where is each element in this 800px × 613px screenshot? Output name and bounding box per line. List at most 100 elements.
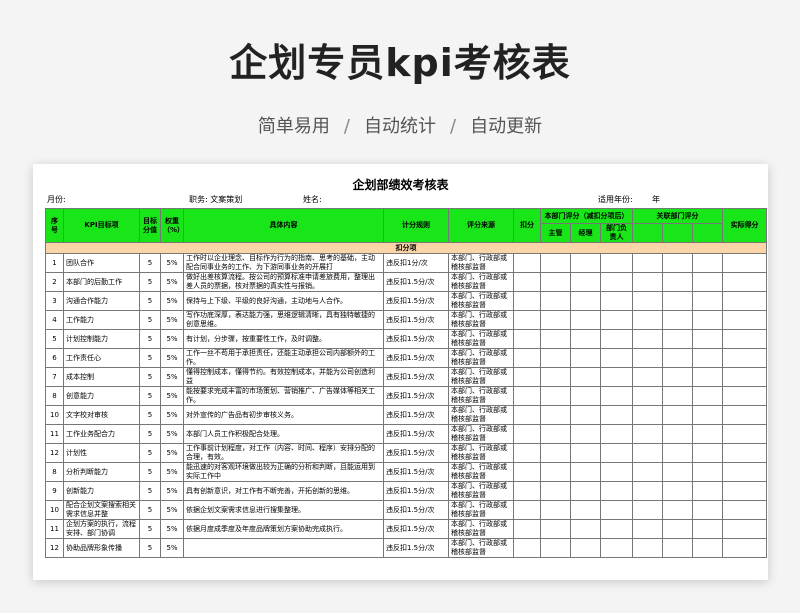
empty-score-cell[interactable] (662, 386, 694, 406)
empty-score-cell[interactable] (540, 386, 571, 406)
empty-score-cell[interactable] (570, 348, 601, 368)
empty-score-cell[interactable] (513, 367, 541, 387)
empty-score-cell[interactable] (722, 272, 768, 292)
empty-score-cell[interactable] (570, 272, 601, 292)
empty-score-cell[interactable] (632, 367, 664, 387)
empty-score-cell[interactable] (540, 424, 571, 444)
empty-score-cell[interactable] (513, 272, 541, 292)
empty-score-cell[interactable] (692, 519, 724, 539)
empty-score-cell[interactable] (513, 500, 541, 520)
empty-score-cell[interactable] (632, 310, 664, 330)
empty-score-cell[interactable] (599, 329, 634, 349)
empty-score-cell[interactable] (632, 538, 664, 558)
empty-score-cell[interactable] (599, 538, 634, 558)
empty-score-cell[interactable] (662, 405, 694, 425)
empty-score-cell[interactable] (662, 310, 694, 330)
empty-score-cell[interactable] (722, 367, 768, 387)
empty-score-cell[interactable] (662, 462, 694, 482)
empty-score-cell[interactable] (692, 443, 724, 463)
empty-score-cell[interactable] (662, 424, 694, 444)
empty-score-cell[interactable] (540, 291, 571, 311)
empty-score-cell[interactable] (692, 272, 724, 292)
empty-score-cell[interactable] (722, 253, 768, 273)
empty-score-cell[interactable] (662, 519, 694, 539)
empty-score-cell[interactable] (662, 481, 694, 501)
empty-score-cell[interactable] (599, 310, 634, 330)
empty-score-cell[interactable] (570, 538, 601, 558)
empty-score-cell[interactable] (632, 405, 664, 425)
empty-score-cell[interactable] (570, 386, 601, 406)
empty-score-cell[interactable] (540, 329, 571, 349)
empty-score-cell[interactable] (632, 253, 664, 273)
empty-score-cell[interactable] (599, 462, 634, 482)
empty-score-cell[interactable] (692, 253, 724, 273)
empty-score-cell[interactable] (599, 291, 634, 311)
empty-score-cell[interactable] (513, 329, 541, 349)
empty-score-cell[interactable] (722, 291, 768, 311)
empty-score-cell[interactable] (662, 348, 694, 368)
empty-score-cell[interactable] (570, 462, 601, 482)
empty-score-cell[interactable] (540, 481, 571, 501)
empty-score-cell[interactable] (722, 481, 768, 501)
empty-score-cell[interactable] (599, 253, 634, 273)
empty-score-cell[interactable] (540, 310, 571, 330)
empty-score-cell[interactable] (632, 272, 664, 292)
empty-score-cell[interactable] (692, 329, 724, 349)
empty-score-cell[interactable] (540, 538, 571, 558)
empty-score-cell[interactable] (599, 500, 634, 520)
empty-score-cell[interactable] (722, 348, 768, 368)
empty-score-cell[interactable] (632, 481, 664, 501)
empty-score-cell[interactable] (513, 348, 541, 368)
empty-score-cell[interactable] (513, 424, 541, 444)
empty-score-cell[interactable] (632, 386, 664, 406)
empty-score-cell[interactable] (513, 386, 541, 406)
empty-score-cell[interactable] (692, 386, 724, 406)
empty-score-cell[interactable] (722, 462, 768, 482)
empty-score-cell[interactable] (570, 367, 601, 387)
empty-score-cell[interactable] (632, 500, 664, 520)
empty-score-cell[interactable] (513, 538, 541, 558)
empty-score-cell[interactable] (513, 462, 541, 482)
empty-score-cell[interactable] (632, 291, 664, 311)
empty-score-cell[interactable] (540, 519, 571, 539)
empty-score-cell[interactable] (599, 481, 634, 501)
empty-score-cell[interactable] (599, 405, 634, 425)
empty-score-cell[interactable] (722, 424, 768, 444)
empty-score-cell[interactable] (513, 291, 541, 311)
empty-score-cell[interactable] (599, 443, 634, 463)
empty-score-cell[interactable] (599, 272, 634, 292)
empty-score-cell[interactable] (692, 538, 724, 558)
empty-score-cell[interactable] (632, 329, 664, 349)
empty-score-cell[interactable] (632, 443, 664, 463)
empty-score-cell[interactable] (599, 386, 634, 406)
empty-score-cell[interactable] (513, 253, 541, 273)
empty-score-cell[interactable] (632, 424, 664, 444)
empty-score-cell[interactable] (692, 500, 724, 520)
empty-score-cell[interactable] (513, 481, 541, 501)
empty-score-cell[interactable] (599, 348, 634, 368)
empty-score-cell[interactable] (570, 291, 601, 311)
empty-score-cell[interactable] (540, 272, 571, 292)
empty-score-cell[interactable] (722, 500, 768, 520)
empty-score-cell[interactable] (692, 291, 724, 311)
empty-score-cell[interactable] (570, 519, 601, 539)
empty-score-cell[interactable] (513, 443, 541, 463)
empty-score-cell[interactable] (662, 367, 694, 387)
empty-score-cell[interactable] (662, 253, 694, 273)
empty-score-cell[interactable] (692, 405, 724, 425)
empty-score-cell[interactable] (570, 500, 601, 520)
empty-score-cell[interactable] (570, 481, 601, 501)
empty-score-cell[interactable] (662, 443, 694, 463)
empty-score-cell[interactable] (692, 348, 724, 368)
empty-score-cell[interactable] (570, 405, 601, 425)
empty-score-cell[interactable] (570, 443, 601, 463)
empty-score-cell[interactable] (540, 253, 571, 273)
empty-score-cell[interactable] (570, 253, 601, 273)
empty-score-cell[interactable] (692, 462, 724, 482)
empty-score-cell[interactable] (662, 329, 694, 349)
empty-score-cell[interactable] (692, 481, 724, 501)
empty-score-cell[interactable] (570, 424, 601, 444)
empty-score-cell[interactable] (722, 538, 768, 558)
empty-score-cell[interactable] (722, 443, 768, 463)
empty-score-cell[interactable] (632, 462, 664, 482)
